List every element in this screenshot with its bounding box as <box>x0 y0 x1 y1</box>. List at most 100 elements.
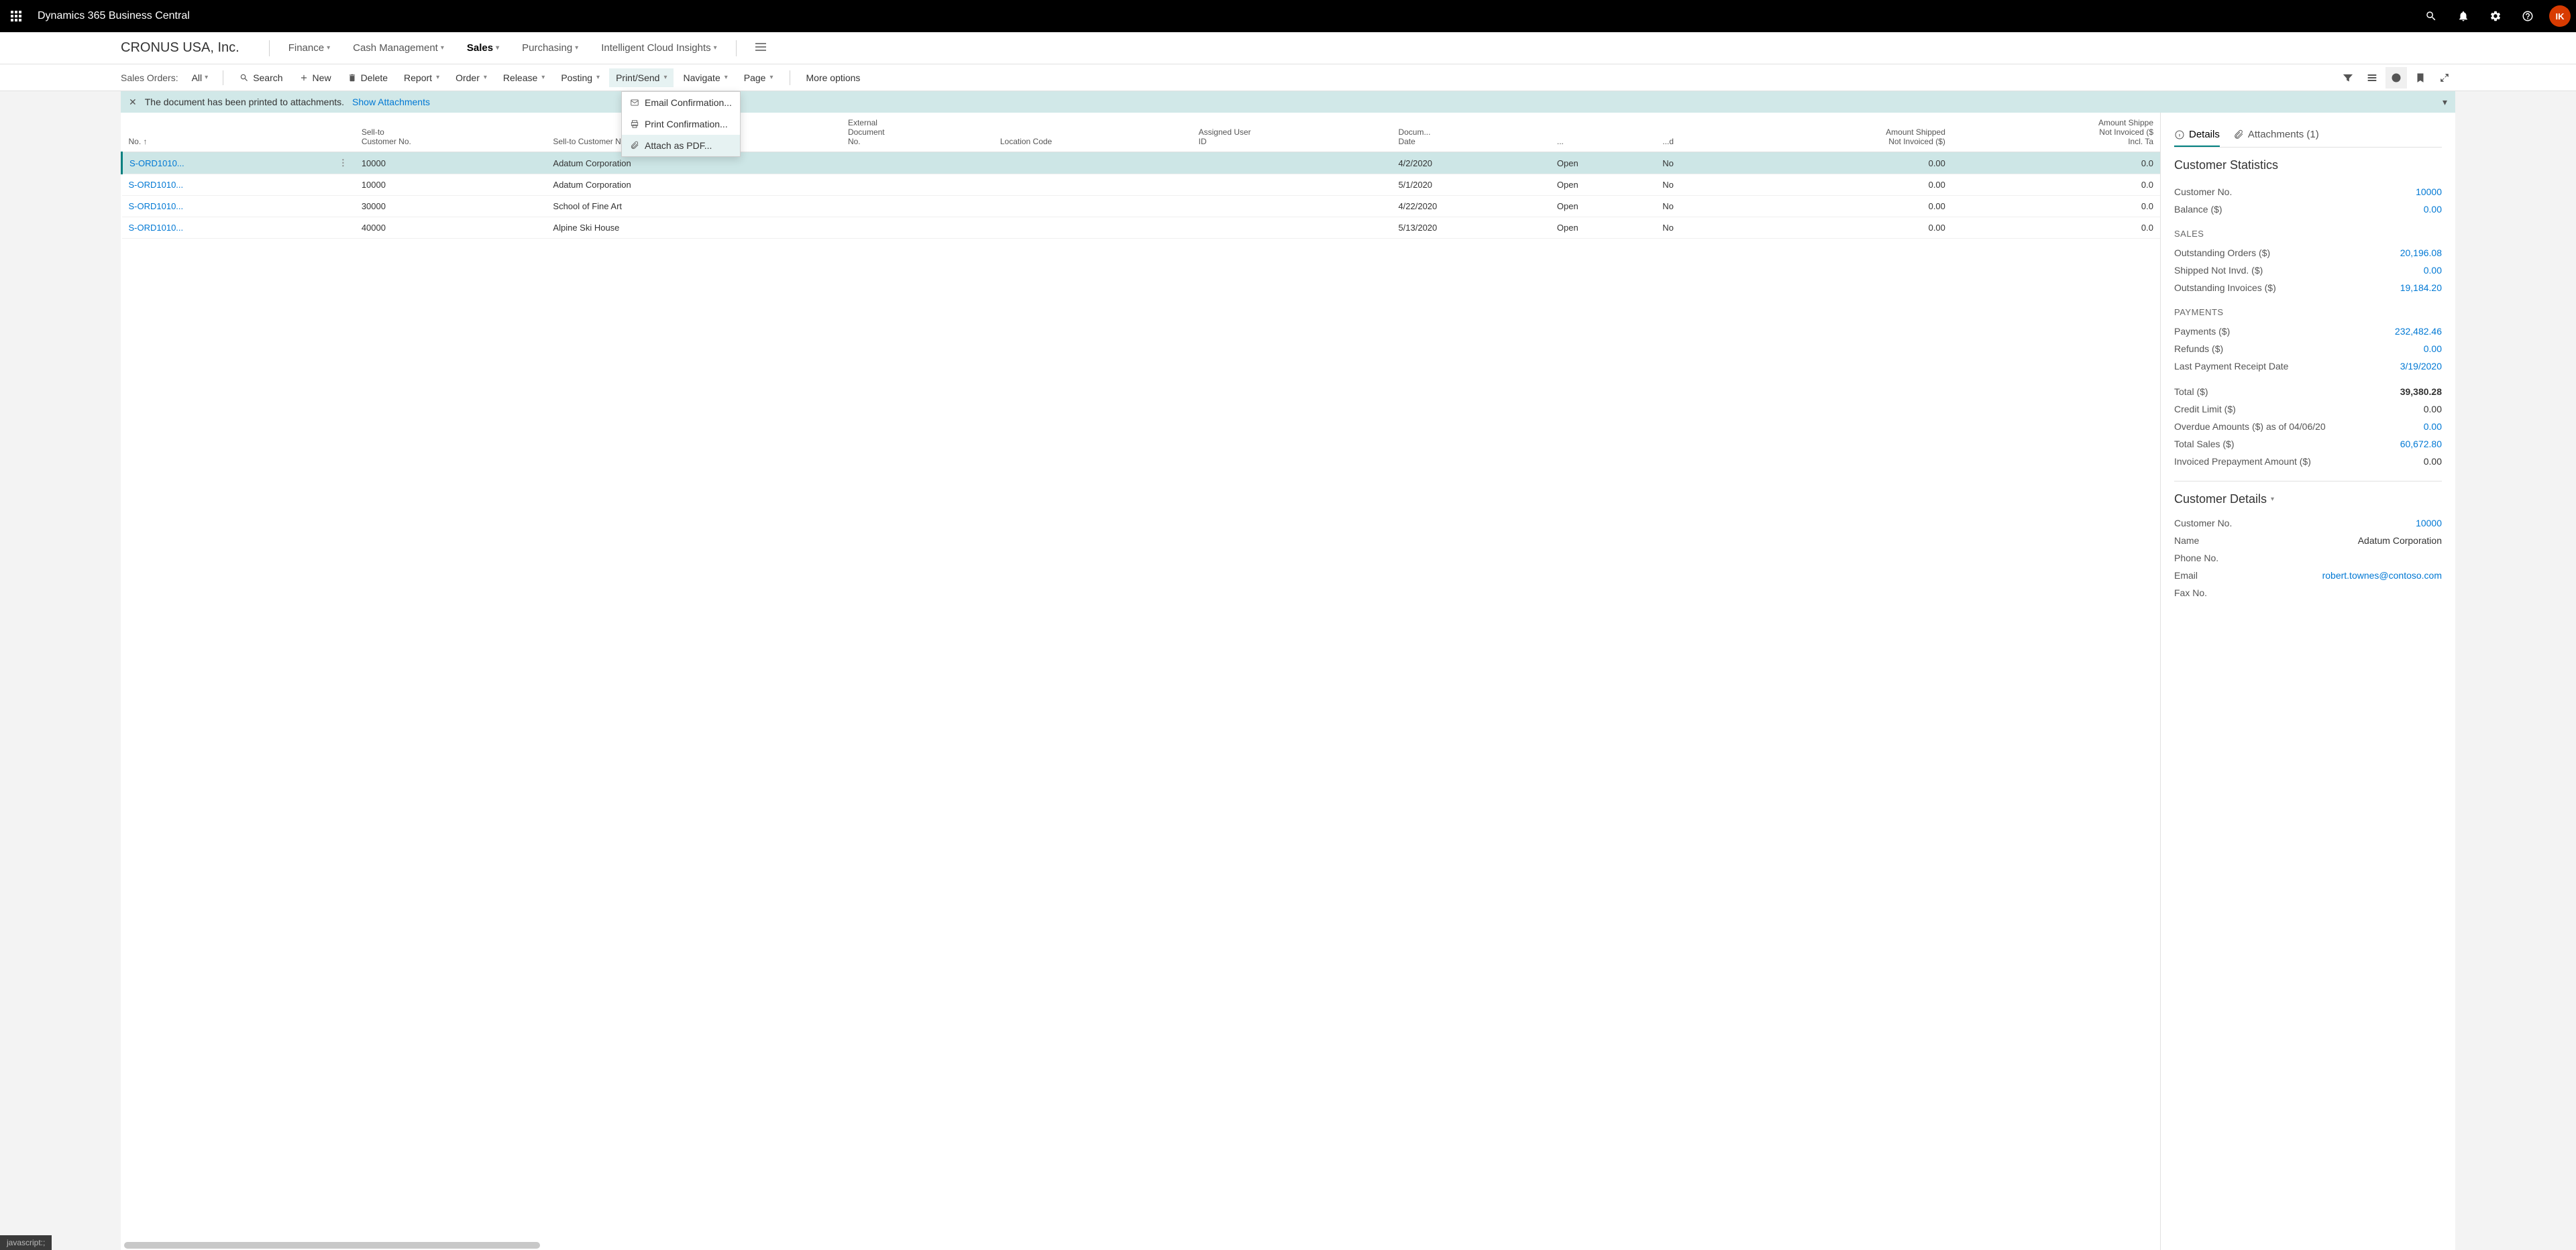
col-location[interactable]: Location Code <box>994 113 1192 152</box>
header-bar: Dynamics 365 Business Central IK <box>0 0 2576 32</box>
customer-statistics-title: Customer Statistics <box>2174 158 2442 172</box>
dropdown-print-confirmation-[interactable]: Print Confirmation... <box>622 113 740 135</box>
chevron-down-icon: ▾ <box>2271 496 2274 503</box>
factbox-row: Fax No. <box>2174 584 2442 602</box>
col-assigned[interactable]: Assigned User ID <box>1192 113 1392 152</box>
table-row[interactable]: S-ORD1010... 40000 Alpine Ski House 5/13… <box>122 217 2161 239</box>
chevron-down-icon: ▾ <box>575 44 578 52</box>
table-row[interactable]: S-ORD1010... 10000 Adatum Corporation 5/… <box>122 174 2161 196</box>
help-icon[interactable] <box>2514 3 2541 30</box>
navigate-button[interactable]: Navigate▾ <box>676 68 734 87</box>
new-button[interactable]: New <box>292 68 338 87</box>
dropdown-email-confirmation-[interactable]: Email Confirmation... <box>622 92 740 113</box>
order-no-link[interactable]: S-ORD1010... <box>122 217 332 239</box>
chevron-down-icon: ▾ <box>327 44 330 52</box>
col-amt-shipped[interactable]: Amount Shipped Not Invoiced ($) <box>1731 113 1952 152</box>
factbox-row: Outstanding Orders ($)20,196.08 <box>2174 244 2442 262</box>
app-title: Dynamics 365 Business Central <box>38 10 190 22</box>
sales-orders-table: No. ↑ Sell-to Customer No. Sell-to Custo… <box>121 113 2160 239</box>
chevron-down-icon[interactable]: ▾ <box>2443 97 2447 108</box>
user-avatar[interactable]: IK <box>2549 5 2571 27</box>
factbox-row: Payments ($)232,482.46 <box>2174 323 2442 340</box>
order-no-link[interactable]: S-ORD1010... <box>122 152 332 174</box>
close-icon[interactable]: ✕ <box>129 97 137 108</box>
col-d[interactable]: ...d <box>1656 113 1730 152</box>
col-amt-shipped-incl[interactable]: Amount Shippe Not Invoiced ($ Incl. Ta <box>1952 113 2160 152</box>
order-button[interactable]: Order▾ <box>449 68 494 87</box>
release-button[interactable]: Release▾ <box>496 68 551 87</box>
row-actions-icon[interactable]: ⋮ <box>339 158 348 168</box>
page-button[interactable]: Page▾ <box>737 68 780 87</box>
chevron-down-icon: ▾ <box>441 44 444 52</box>
notification-bar: ✕ The document has been printed to attac… <box>121 91 2455 113</box>
search-icon[interactable] <box>2418 3 2445 30</box>
search-button[interactable]: Search <box>233 68 289 87</box>
chevron-down-icon: ▾ <box>205 74 208 81</box>
factbox-row: NameAdatum Corporation <box>2174 532 2442 549</box>
nav-bar: CRONUS USA, Inc. Finance▾ Cash Management… <box>0 32 2576 64</box>
notification-link[interactable]: Show Attachments <box>352 97 430 107</box>
dropdown-attach-as-pdf-[interactable]: Attach as PDF... <box>622 135 740 156</box>
order-no-link[interactable]: S-ORD1010... <box>122 174 332 196</box>
delete-button[interactable]: Delete <box>341 68 394 87</box>
factbox-row: Last Payment Receipt Date3/19/2020 <box>2174 357 2442 375</box>
settings-icon[interactable] <box>2482 3 2509 30</box>
status-bar: javascript:; <box>0 1235 52 1250</box>
report-button[interactable]: Report▾ <box>397 68 446 87</box>
notifications-icon[interactable] <box>2450 3 2477 30</box>
more-options-button[interactable]: More options <box>800 68 867 87</box>
sales-subtitle: SALES <box>2174 229 2442 239</box>
table-row[interactable]: S-ORD1010... ⋮ 10000 Adatum Corporation … <box>122 152 2161 174</box>
list-label: Sales Orders: <box>121 72 178 83</box>
nav-finance[interactable]: Finance▾ <box>283 38 335 58</box>
horizontal-scrollbar[interactable] <box>124 1242 540 1249</box>
notification-text: The document has been printed to attachm… <box>145 97 344 107</box>
tab-attachments[interactable]: Attachments (1) <box>2233 123 2319 147</box>
factbox-row: Emailrobert.townes@contoso.com <box>2174 567 2442 584</box>
list-view-icon[interactable] <box>2361 67 2383 89</box>
factbox-row: Overdue Amounts ($) as of 04/06/200.00 <box>2174 418 2442 435</box>
expand-icon[interactable] <box>2434 67 2455 89</box>
filter-all[interactable]: All▾ <box>186 70 214 86</box>
nav-cash-management[interactable]: Cash Management▾ <box>347 38 449 58</box>
chevron-down-icon: ▾ <box>496 44 499 52</box>
bookmark-icon[interactable] <box>2410 67 2431 89</box>
print-send-button[interactable]: Print/Send▾ <box>609 68 674 87</box>
order-no-link[interactable]: S-ORD1010... <box>122 196 332 217</box>
table-area: No. ↑ Sell-to Customer No. Sell-to Custo… <box>121 113 2160 1250</box>
factbox-pane: Details Attachments (1) Customer Statist… <box>2160 113 2455 1250</box>
nav-intelligent-cloud-insights[interactable]: Intelligent Cloud Insights▾ <box>596 38 722 58</box>
info-icon[interactable] <box>2385 67 2407 89</box>
tab-details[interactable]: Details <box>2174 123 2220 147</box>
nav-separator <box>269 40 270 56</box>
factbox-row: Credit Limit ($)0.00 <box>2174 400 2442 418</box>
factbox-row: Shipped Not Invd. ($)0.00 <box>2174 262 2442 279</box>
factbox-row: Phone No. <box>2174 549 2442 567</box>
print-send-dropdown: Email Confirmation...Print Confirmation.… <box>621 91 741 157</box>
company-name[interactable]: CRONUS USA, Inc. <box>121 40 239 56</box>
col-ext-doc[interactable]: External Document No. <box>841 113 994 152</box>
col-doc-date[interactable]: Docum... Date <box>1391 113 1550 152</box>
table-row[interactable]: S-ORD1010... 30000 School of Fine Art 4/… <box>122 196 2161 217</box>
customer-details-title[interactable]: Customer Details▾ <box>2174 492 2442 506</box>
col-status[interactable]: ... <box>1550 113 1656 152</box>
factbox-row: Balance ($)0.00 <box>2174 201 2442 218</box>
nav-separator <box>736 40 737 56</box>
factbox-row: Customer No.10000 <box>2174 514 2442 532</box>
payments-subtitle: PAYMENTS <box>2174 307 2442 317</box>
app-launcher-icon[interactable] <box>5 5 27 27</box>
col-no[interactable]: No. ↑ <box>122 113 332 152</box>
factbox-row: Refunds ($)0.00 <box>2174 340 2442 357</box>
nav-sales[interactable]: Sales▾ <box>462 38 504 58</box>
chevron-down-icon: ▾ <box>714 44 717 52</box>
nav-more-icon[interactable] <box>750 38 771 58</box>
factbox-row: Total Sales ($)60,672.80 <box>2174 435 2442 453</box>
main-content: No. ↑ Sell-to Customer No. Sell-to Custo… <box>121 113 2455 1250</box>
nav-purchasing[interactable]: Purchasing▾ <box>517 38 584 58</box>
posting-button[interactable]: Posting▾ <box>554 68 606 87</box>
filter-icon[interactable] <box>2337 67 2359 89</box>
factbox-row: Outstanding Invoices ($)19,184.20 <box>2174 279 2442 296</box>
factbox-row: Customer No.10000 <box>2174 183 2442 201</box>
factbox-row: Total ($)39,380.28 <box>2174 383 2442 400</box>
col-sell-to-no[interactable]: Sell-to Customer No. <box>355 113 547 152</box>
